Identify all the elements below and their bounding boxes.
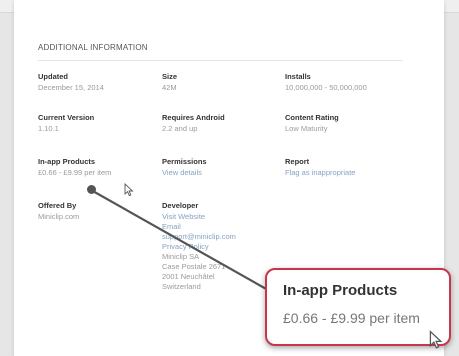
mouse-cursor-icon bbox=[429, 330, 443, 349]
callout-title: In-app Products bbox=[283, 282, 398, 299]
magnified-callout: In-app Products £0.66 - £9.99 per item bbox=[265, 268, 451, 346]
callout-value: £0.66 - £9.99 per item bbox=[283, 310, 420, 326]
pointer-dot bbox=[87, 185, 96, 194]
